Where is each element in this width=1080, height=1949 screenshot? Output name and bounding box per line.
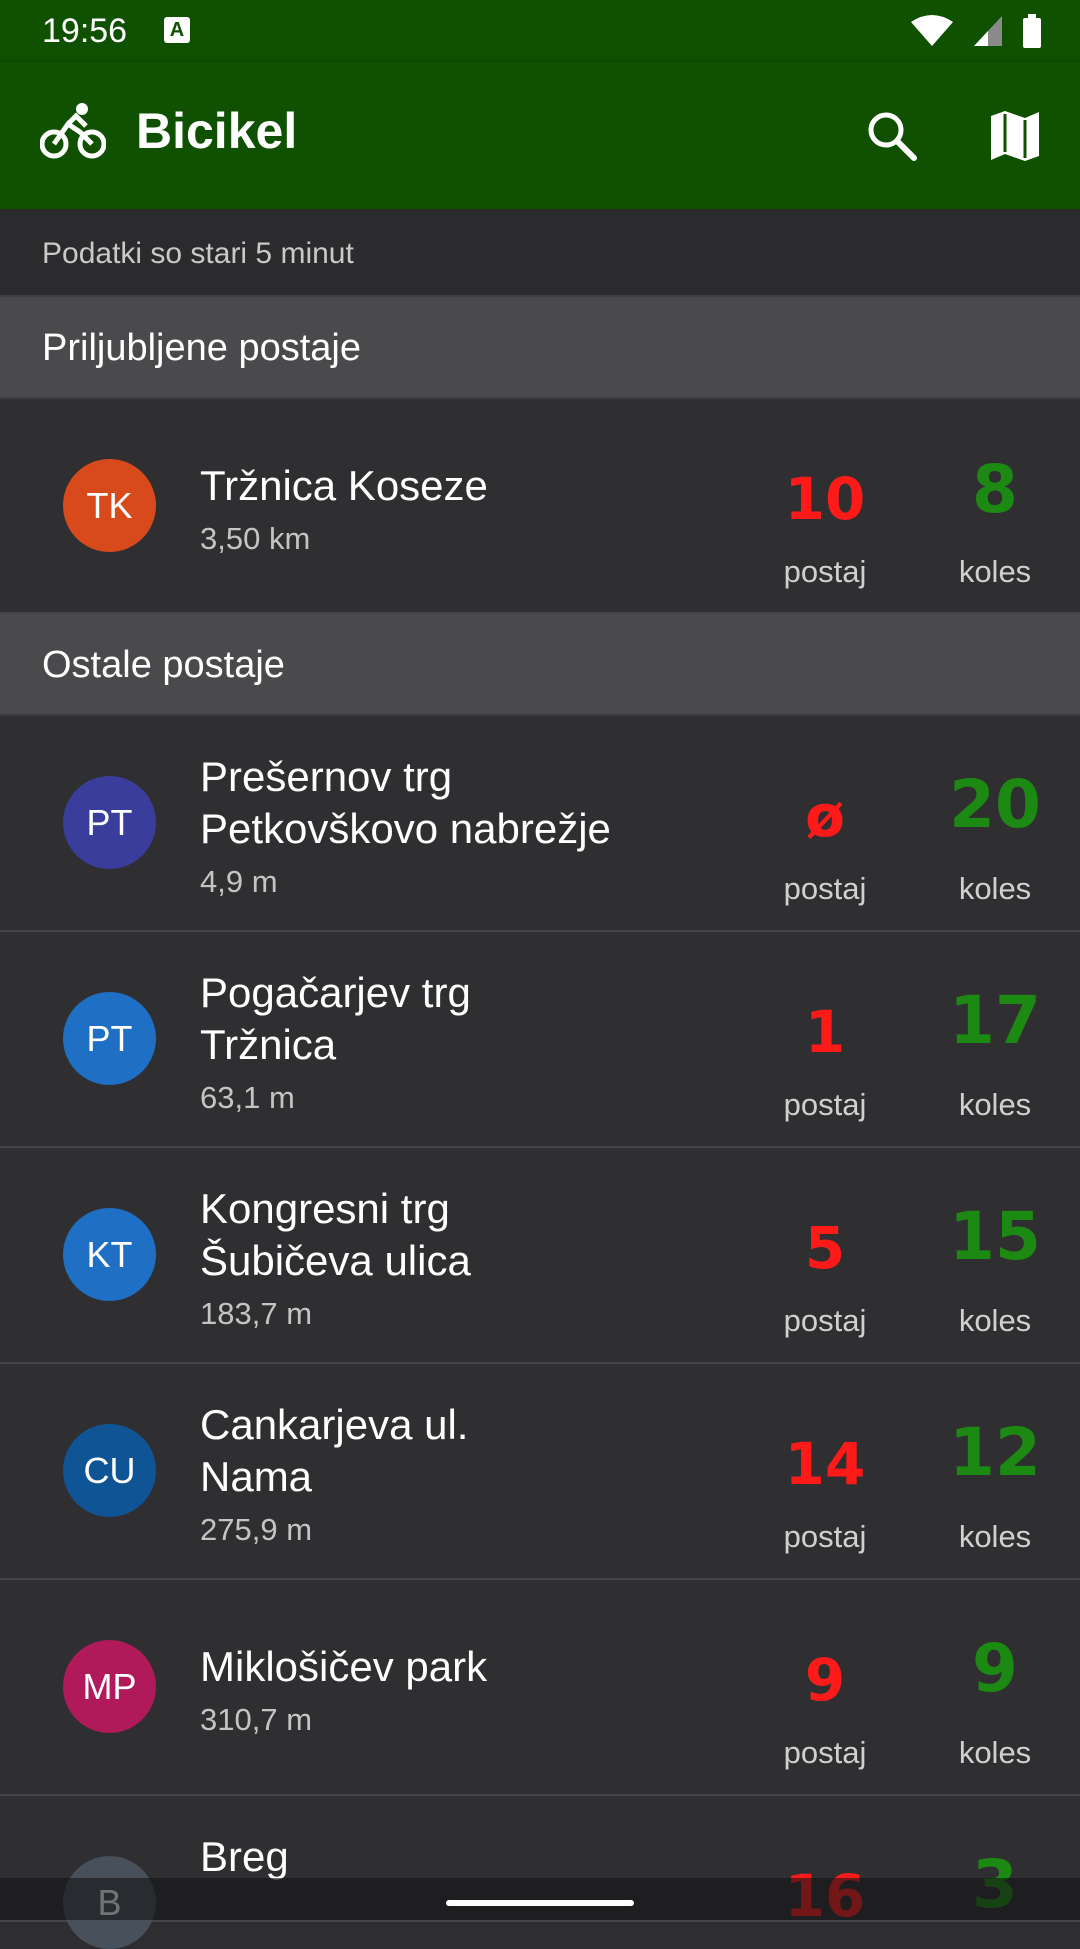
station-row-kt[interactable]: KT Kongresni trg Šubičeva ulica 183,7 m … <box>0 1148 1080 1364</box>
avatar: PT <box>63 776 156 869</box>
battery-icon <box>1023 14 1041 48</box>
stations-unit: postaj <box>783 871 867 906</box>
station-row-cu[interactable]: CU Cankarjeva ul. Nama 275,9 m 14 12 pos… <box>0 1364 1080 1580</box>
station-distance: 4,9 m <box>200 864 278 899</box>
station-name-line2: Nama <box>200 1453 313 1500</box>
favorites-title: Priljubljene postaje <box>42 327 361 369</box>
station-name-line2: Šubičeva ulica <box>200 1237 471 1284</box>
station-name-line1: Cankarjeva ul. <box>200 1401 469 1448</box>
bikes-count: 17 <box>949 982 1041 1059</box>
avatar: CU <box>63 1424 156 1517</box>
stations-count: 9 <box>804 1646 846 1714</box>
map-button[interactable] <box>985 106 1045 166</box>
stations-count: 1 <box>804 998 846 1066</box>
station-row-mp[interactable]: MP Miklošičev park 310,7 m 9 9 postaj ko… <box>0 1580 1080 1796</box>
avatar: PT <box>63 992 156 1085</box>
map-icon <box>991 111 1039 161</box>
station-name: Miklošičev park <box>200 1643 488 1690</box>
stations-unit: postaj <box>783 1735 867 1770</box>
bikes-count: 15 <box>949 1198 1041 1275</box>
station-distance: 183,7 m <box>200 1296 313 1331</box>
station-name: Tržnica Koseze <box>200 462 488 509</box>
bikes-unit: koles <box>958 1519 1032 1554</box>
station-name-line1: Kongresni trg <box>200 1185 450 1232</box>
stations-count: 14 <box>784 1430 866 1498</box>
app-bar: Bicikel <box>0 62 1080 209</box>
notification-a-icon: A <box>164 17 190 43</box>
station-row-pt[interactable]: PT Prešernov trg Petkovškovo nabrežje 4,… <box>0 716 1080 932</box>
search-icon <box>868 112 917 161</box>
station-name-line1: Prešernov trg <box>200 753 453 800</box>
stations-count: 10 <box>784 465 866 533</box>
station-distance: 275,9 m <box>200 1512 313 1547</box>
status-icons <box>910 14 1042 48</box>
station-name: Breg <box>200 1833 289 1880</box>
app-title: Bicikel <box>136 103 298 159</box>
gesture-nav-bar <box>0 1878 1080 1920</box>
other-stations-title: Ostale postaje <box>42 644 285 686</box>
bike-icon <box>40 103 106 159</box>
station-name-line2: Petkovškovo nabrežje <box>200 805 611 852</box>
status-time: 19:56 <box>42 12 128 50</box>
stations-unit: postaj <box>783 1519 867 1554</box>
stations-unit: postaj <box>783 554 867 589</box>
station-distance: 310,7 m <box>200 1702 313 1737</box>
wifi-icon <box>911 15 953 46</box>
signal-icon <box>974 16 1002 46</box>
home-handle[interactable] <box>446 1900 634 1906</box>
favorites-section-header: Priljubljene postaje <box>0 297 1080 399</box>
station-name-line1: Pogačarjev trg <box>200 969 471 1016</box>
bikes-count: 9 <box>972 1630 1018 1707</box>
stations-count: ø <box>805 782 845 850</box>
station-distance: 63,1 m <box>200 1080 295 1115</box>
stations-unit: postaj <box>783 1087 867 1122</box>
bikes-count: 20 <box>949 766 1041 843</box>
station-row-tk[interactable]: TK Tržnica Koseze 3,50 km 10 8 postaj ko… <box>0 399 1080 614</box>
search-button[interactable] <box>862 106 922 166</box>
data-age-text: Podatki so stari 5 minut <box>42 237 354 270</box>
station-distance: 3,50 km <box>200 521 311 556</box>
other-stations-section-header: Ostale postaje <box>0 614 1080 716</box>
station-name-line2: Tržnica <box>200 1021 337 1068</box>
status-bar: 19:56 A <box>0 0 1080 62</box>
avatar: MP <box>63 1640 156 1733</box>
bikes-unit: koles <box>958 871 1032 906</box>
data-age-bar: Podatki so stari 5 minut <box>0 209 1080 297</box>
bikes-unit: koles <box>958 1087 1032 1122</box>
avatar: TK <box>63 459 156 552</box>
station-row-pt2[interactable]: PT Pogačarjev trg Tržnica 63,1 m 1 17 po… <box>0 932 1080 1148</box>
stations-count: 5 <box>804 1214 846 1282</box>
bikes-count: 8 <box>972 451 1018 528</box>
stations-unit: postaj <box>783 1303 867 1338</box>
bikes-unit: koles <box>958 1303 1032 1338</box>
bikes-unit: koles <box>958 554 1032 589</box>
bikes-count: 12 <box>949 1414 1041 1491</box>
bikes-unit: koles <box>958 1735 1032 1770</box>
avatar: KT <box>63 1208 156 1301</box>
